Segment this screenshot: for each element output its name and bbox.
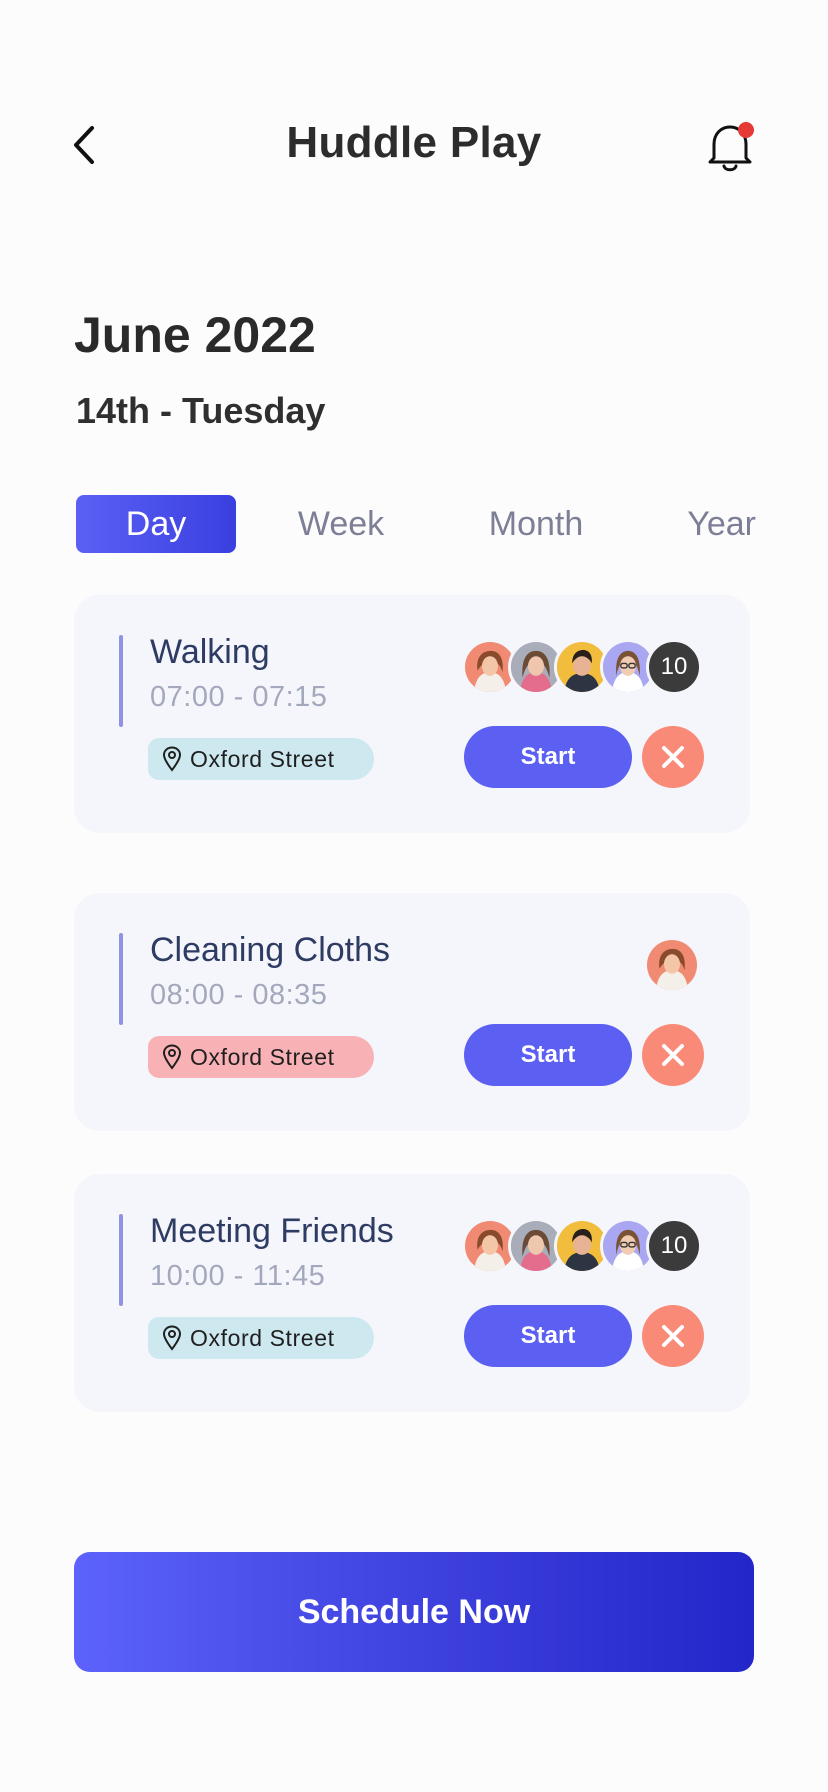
app-header: Huddle Play xyxy=(0,100,828,190)
event-title: Cleaning Cloths xyxy=(150,931,391,969)
event-time: 10:00 - 11:45 xyxy=(150,1260,326,1292)
location-pin-icon xyxy=(162,1044,182,1070)
location-label: Oxford Street xyxy=(190,1325,335,1351)
day-subtitle: 14th - Tuesday xyxy=(76,390,326,431)
event-time: 07:00 - 07:15 xyxy=(150,681,328,713)
location-pin-icon xyxy=(162,746,182,772)
start-button[interactable]: Start xyxy=(464,1024,632,1086)
location-tag: Oxford Street xyxy=(148,1317,374,1359)
location-label: Oxford Street xyxy=(190,1044,335,1070)
participant-avatars: 10 xyxy=(462,1218,710,1274)
event-card[interactable]: Walking 07:00 - 07:15 Oxford Street 10 S… xyxy=(74,595,750,833)
event-title: Walking xyxy=(150,633,270,671)
month-title: June 2022 xyxy=(74,307,316,363)
tab-day[interactable]: Day xyxy=(76,495,236,553)
event-card[interactable]: Cleaning Cloths 08:00 - 08:35 Oxford Str… xyxy=(74,893,750,1131)
start-button[interactable]: Start xyxy=(464,1305,632,1367)
card-accent-bar xyxy=(119,1214,123,1306)
event-card[interactable]: Meeting Friends 10:00 - 11:45 Oxford Str… xyxy=(74,1174,750,1412)
card-accent-bar xyxy=(119,933,123,1025)
location-pin-icon xyxy=(162,1325,182,1351)
view-tabs: Day Week Month Year xyxy=(76,495,756,553)
tab-week[interactable]: Week xyxy=(276,495,406,553)
close-icon xyxy=(642,1305,704,1367)
cancel-button[interactable] xyxy=(642,726,704,788)
event-time: 08:00 - 08:35 xyxy=(150,979,328,1011)
location-tag: Oxford Street xyxy=(148,738,374,780)
participant-avatars xyxy=(644,937,704,993)
start-button[interactable]: Start xyxy=(464,726,632,788)
close-icon xyxy=(642,726,704,788)
cancel-button[interactable] xyxy=(642,1024,704,1086)
close-icon xyxy=(642,1024,704,1086)
location-tag: Oxford Street xyxy=(148,1036,374,1078)
more-participants-count[interactable]: 10 xyxy=(646,639,702,695)
location-label: Oxford Street xyxy=(190,746,335,772)
card-accent-bar xyxy=(119,635,123,727)
notification-dot xyxy=(738,122,754,138)
participant-avatars: 10 xyxy=(462,639,710,695)
more-participants-count[interactable]: 10 xyxy=(646,1218,702,1274)
tab-month[interactable]: Month xyxy=(461,495,611,553)
tab-year[interactable]: Year xyxy=(666,495,756,553)
avatar xyxy=(644,937,700,993)
cancel-button[interactable] xyxy=(642,1305,704,1367)
notifications-button[interactable] xyxy=(700,116,760,176)
schedule-now-button[interactable]: Schedule Now xyxy=(74,1552,754,1672)
event-title: Meeting Friends xyxy=(150,1212,394,1250)
